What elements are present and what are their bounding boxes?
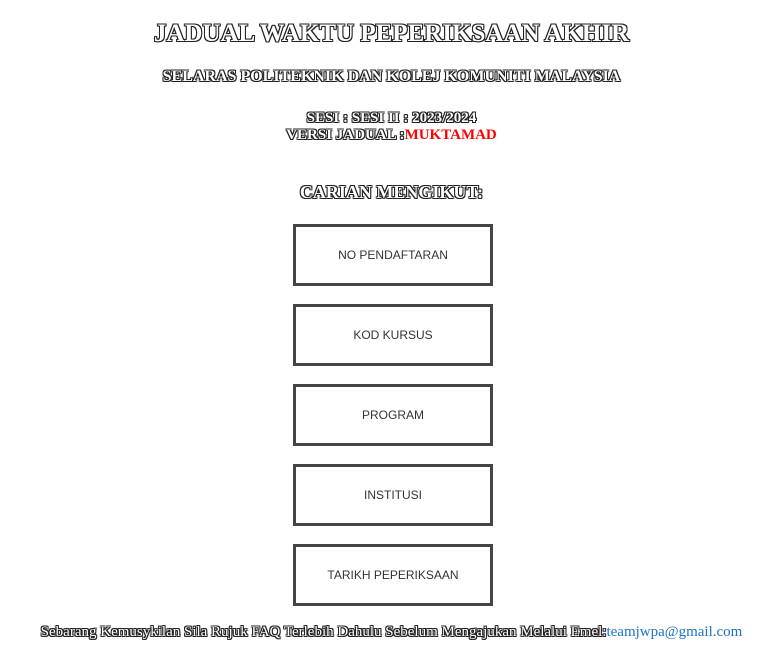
version-label: VERSI JADUAL :: [286, 127, 405, 143]
footer-contact: Sebarang Kemusykilan Sila Rujuk FAQ Terl…: [0, 624, 783, 641]
search-by-exam-date-button[interactable]: TARIKH PEPERIKSAAN: [293, 544, 493, 606]
search-heading: CARIAN MENGIKUT:: [299, 182, 484, 202]
page-subtitle: SELARAS POLITEKNIK DAN KOLEJ KOMUNITI MA…: [162, 68, 621, 85]
footer-email-link[interactable]: teamjwpa@gmail.com: [606, 624, 742, 640]
footer-text: Sebarang Kemusykilan Sila Rujuk FAQ Terl…: [40, 624, 607, 640]
search-by-program-button[interactable]: PROGRAM: [293, 384, 493, 446]
search-by-registration-number-button[interactable]: NO PENDAFTARAN: [293, 224, 493, 286]
session-label: SESI : SESI II : 2023/2024: [306, 110, 477, 126]
version-status: MUKTAMAD: [404, 127, 497, 143]
search-by-course-code-button[interactable]: KOD KURSUS: [293, 304, 493, 366]
page-title: JADUAL WAKTU PEPERIKSAAN AKHIR: [153, 20, 630, 47]
search-by-institution-button[interactable]: INSTITUSI: [293, 464, 493, 526]
version-line: VERSI JADUAL :MUKTAMAD: [0, 127, 783, 144]
